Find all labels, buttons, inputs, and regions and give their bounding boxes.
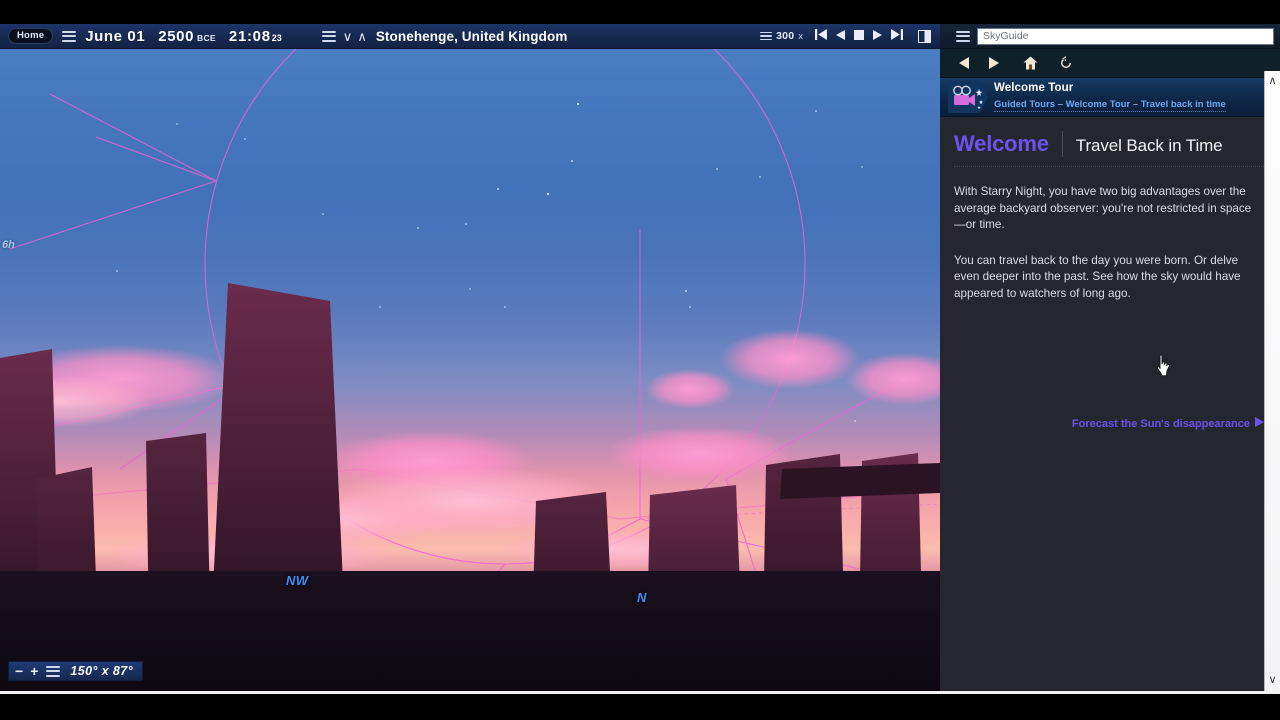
next-step-label: Forecast the Sun's disappearance: [1071, 417, 1250, 430]
time-display[interactable]: 21:08: [229, 28, 271, 45]
back-arrow-icon[interactable]: [949, 49, 979, 78]
letterbox-top: [0, 0, 1280, 24]
zoom-menu-hamburger-icon[interactable]: [46, 663, 61, 679]
split-pane-icon[interactable]: [918, 29, 931, 43]
letterbox-bottom: [0, 694, 1280, 720]
date-menu-hamburger-icon[interactable]: [62, 28, 77, 44]
starry-night-window: Home June 01 2500 BCE 21:08 23 ∨ ∧ Stoneh…: [0, 24, 1280, 691]
location-up-chevron-icon[interactable]: ∧: [357, 30, 367, 43]
time-rate-unit: x: [798, 30, 803, 42]
zoom-out-button[interactable]: −: [15, 664, 23, 678]
home-button[interactable]: Home: [8, 27, 54, 45]
panel-collapse-strip[interactable]: ∧ ∨: [1264, 71, 1280, 691]
home-icon[interactable]: [1015, 49, 1045, 78]
location-down-chevron-icon[interactable]: ∨: [343, 30, 353, 43]
transport-controls: [815, 27, 903, 45]
toolbar-left-group: Home June 01 2500 BCE 21:08 23: [0, 24, 282, 48]
play-triangle-icon: [1255, 417, 1264, 430]
toolbar-location-group: ∨ ∧ Stonehenge, United Kingdom: [313, 24, 568, 48]
chevron-up-icon[interactable]: ∧: [1268, 76, 1276, 87]
tour-title: Welcome Tour: [994, 82, 1074, 94]
next-step-link[interactable]: Forecast the Sun's disappearance: [1072, 417, 1264, 430]
tour-header-text: Welcome Tour Guided Tours – Welcome Tour…: [994, 82, 1226, 112]
field-of-view-display: 150° x 87°: [70, 664, 134, 678]
year-display[interactable]: 2500: [158, 28, 194, 45]
play-button[interactable]: [873, 27, 882, 45]
stop-button[interactable]: [854, 27, 864, 45]
toolbar-time-controls: 300 x: [751, 27, 940, 45]
location-display[interactable]: Stonehenge, United Kingdom: [376, 29, 568, 44]
movie-camera-icon: [946, 80, 990, 114]
era-display[interactable]: BCE: [197, 33, 216, 43]
application-window: Home June 01 2500 BCE 21:08 23 ∨ ∧ Stoneh…: [0, 0, 1280, 720]
tour-content: Welcome Travel Back in Time With Starry …: [940, 117, 1280, 691]
tour-paragraph-2: You can travel back to the day you were …: [954, 253, 1241, 300]
tour-paragraph-1: With Starry Night, you have two big adva…: [954, 185, 1252, 231]
tour-headline: Welcome Travel Back in Time: [954, 131, 1266, 167]
tour-header[interactable]: Welcome Tour Guided Tours – Welcome Tour…: [940, 78, 1280, 117]
panel-menu-hamburger-icon[interactable]: [956, 28, 970, 44]
time-rate-value[interactable]: 300: [776, 30, 794, 42]
compass-label-n: N: [637, 590, 647, 605]
refresh-icon[interactable]: [1051, 49, 1081, 78]
top-toolbar: Home June 01 2500 BCE 21:08 23 ∨ ∧ Stoneh…: [0, 24, 940, 49]
zoom-in-button[interactable]: +: [30, 664, 38, 678]
breadcrumb[interactable]: Guided Tours – Welcome Tour – Travel bac…: [994, 99, 1226, 112]
date-display[interactable]: June 01: [85, 28, 145, 45]
headline-accent: Welcome: [954, 131, 1049, 156]
time-rate-hamburger-icon[interactable]: [760, 30, 773, 43]
location-menu-hamburger-icon[interactable]: [321, 28, 336, 44]
forward-arrow-icon[interactable]: [979, 49, 1009, 78]
skip-forward-button[interactable]: [891, 27, 903, 45]
compass-label-nw: NW: [286, 573, 309, 588]
skip-back-button[interactable]: [815, 27, 827, 45]
step-back-button[interactable]: [836, 27, 845, 45]
panel-navigation-bar: [940, 49, 1280, 78]
sky-view[interactable]: 6h NW N − + 150° x 87°: [0, 49, 940, 691]
chevron-down-icon[interactable]: ∨: [1268, 675, 1276, 686]
panel-search-bar: SkyGuide: [940, 24, 1280, 49]
skyguide-panel: SkyGuide Welcome Tour Guided Tours – Wel…: [940, 24, 1280, 691]
zoom-widget: − + 150° x 87°: [8, 661, 144, 681]
seconds-display[interactable]: 23: [272, 33, 282, 43]
headline-divider: [1061, 131, 1063, 157]
ra-label: 6h: [2, 239, 15, 251]
page-title: Travel Back in Time: [1075, 136, 1223, 155]
skyguide-search-input[interactable]: SkyGuide: [977, 27, 1274, 45]
